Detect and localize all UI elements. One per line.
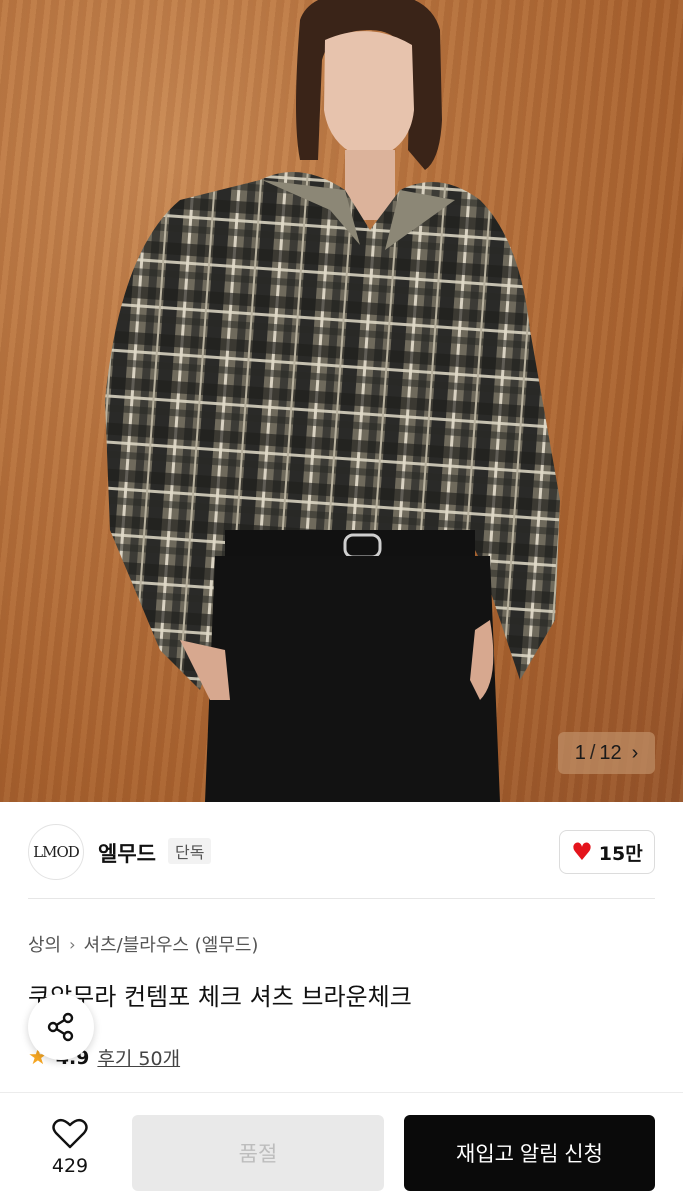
image-counter-current: 1 — [574, 741, 586, 764]
image-counter-separator: / — [589, 741, 596, 764]
bottom-action-bar: 429 품절 재입고 알림 신청 — [0, 1092, 683, 1201]
product-image[interactable]: 1 / 12 › — [0, 0, 683, 802]
breadcrumb: 상의 › 셔츠/블라우스 (엘무드) — [28, 931, 258, 957]
restock-notify-button[interactable]: 재입고 알림 신청 — [404, 1115, 655, 1191]
wishlist-button[interactable]: 429 — [40, 1117, 100, 1177]
share-icon — [47, 1012, 74, 1042]
brand-row: LMOD 엘무드 단독 ♥ 15만 — [0, 802, 683, 900]
breadcrumb-item-subcategory[interactable]: 셔츠/블라우스 (엘무드) — [84, 931, 259, 957]
soldout-button: 품절 — [132, 1115, 384, 1191]
brand-name[interactable]: 엘무드 — [98, 838, 156, 868]
share-button[interactable] — [28, 994, 94, 1060]
brand-like-button[interactable]: ♥ 15만 — [559, 830, 655, 874]
wishlist-count: 429 — [51, 1155, 89, 1177]
image-counter-total: 12 — [599, 741, 622, 764]
image-counter[interactable]: 1 / 12 › — [558, 732, 655, 774]
heart-outline-icon — [52, 1118, 88, 1149]
brand-like-count: 15만 — [598, 842, 643, 865]
brand-logo[interactable]: LMOD — [28, 824, 84, 880]
chevron-right-icon: › — [631, 741, 639, 764]
chevron-right-icon: › — [69, 934, 76, 954]
reviews-link[interactable]: 후기 50개 — [97, 1044, 180, 1071]
product-photo — [105, 0, 560, 802]
divider — [28, 898, 655, 899]
breadcrumb-item-category[interactable]: 상의 — [28, 931, 61, 957]
brand-logo-text: LMOD — [33, 843, 80, 861]
exclusive-badge: 단독 — [168, 838, 212, 864]
heart-filled-icon: ♥ — [571, 838, 593, 866]
